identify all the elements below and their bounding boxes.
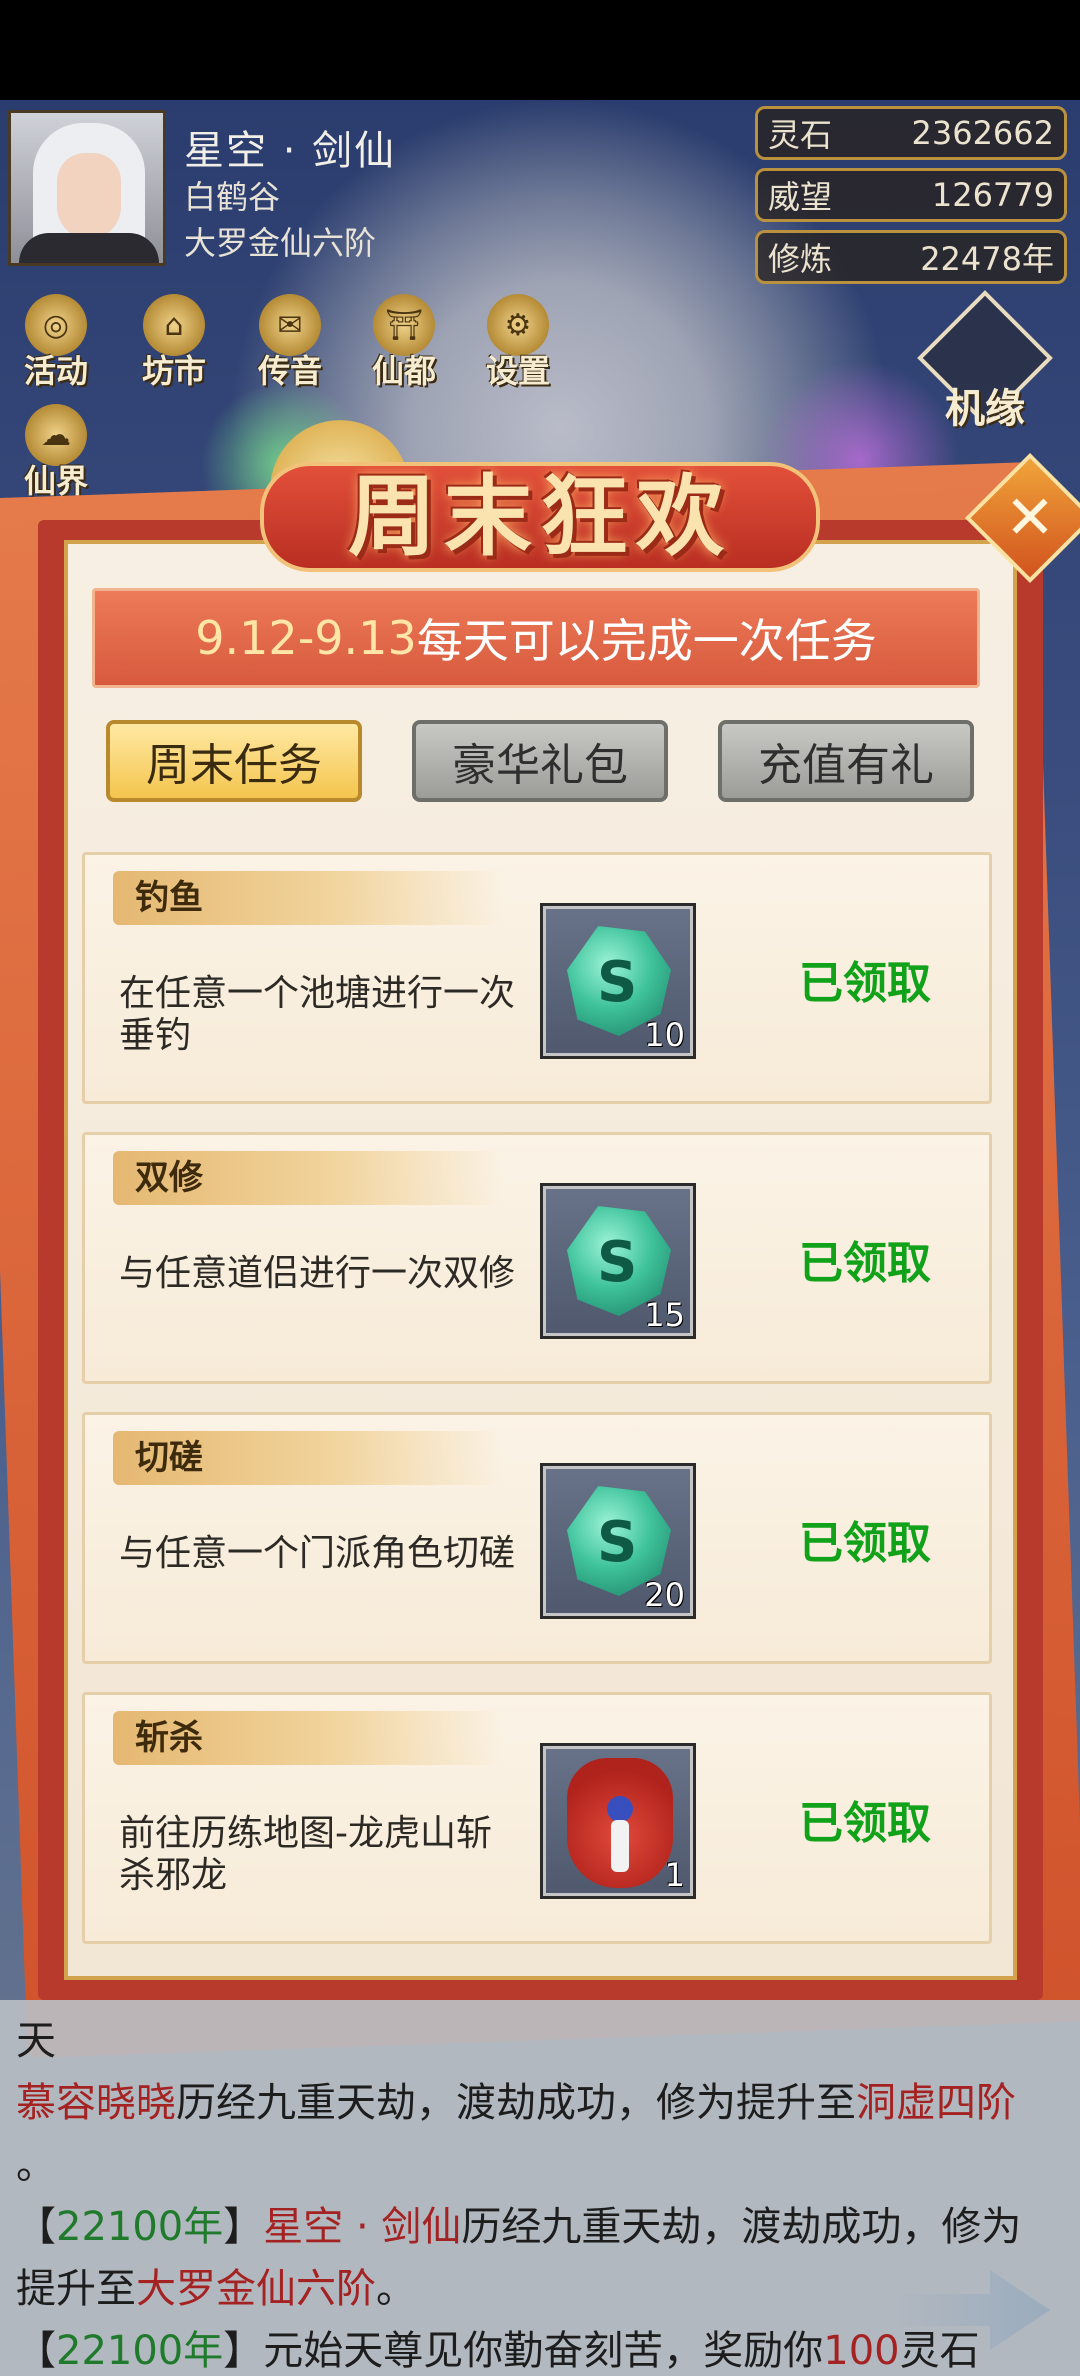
modal-title: 周末狂欢: [347, 464, 732, 568]
log-text: 元始天尊见你勤奋刻苦，奖励你: [263, 2328, 824, 2374]
tab-recharge-gift[interactable]: 充值有礼: [718, 720, 974, 802]
task-tag: 斩杀: [113, 1711, 503, 1765]
reward-count: 20: [644, 1576, 685, 1614]
stat-spirit-stones: 灵石 2362662: [755, 106, 1067, 160]
log-text: 提升至: [16, 2266, 136, 2312]
nav-message[interactable]: ✉ 传音: [240, 294, 340, 392]
log-year: 22100年: [56, 2328, 224, 2374]
nav-immortal-realm[interactable]: ☁ 仙界: [6, 404, 106, 502]
nav-market[interactable]: ⌂ 坊市: [124, 294, 224, 392]
tab-weekend-tasks[interactable]: 周末任务: [106, 720, 362, 802]
lucky-bag-icon: [567, 1758, 673, 1888]
nav-label: 设置: [485, 352, 550, 390]
stat-label: 灵石: [768, 116, 833, 154]
event-banner: 9.12-9.13 每天可以完成一次任务: [92, 588, 980, 688]
nav-label: 传音: [257, 352, 322, 390]
nav-settings[interactable]: ⚙ 设置: [468, 294, 568, 392]
task-tag: 切磋: [113, 1431, 503, 1485]
log-line: 【22100年】星空 · 剑仙历经九重天劫，渡劫成功，修为: [16, 2196, 1064, 2258]
log-player-name: 星空 · 剑仙: [263, 2204, 462, 2250]
log-text: 。: [376, 2266, 416, 2312]
tab-label: 豪华礼包: [452, 740, 628, 791]
log-text: 灵石: [899, 2328, 980, 2374]
task-card-fishing: 钓鱼 在任意一个池塘进行一次垂钓 S 10 已领取: [82, 852, 992, 1104]
avatar[interactable]: [8, 110, 166, 266]
fortune-button[interactable]: 机缘: [917, 290, 1053, 440]
reward-slot[interactable]: S 20: [540, 1463, 696, 1619]
claimed-status: 已领取: [799, 958, 931, 1009]
task-card-slay: 斩杀 前往历练地图-龙虎山斩杀邪龙 1 已领取: [82, 1692, 992, 1944]
stat-prestige: 威望 126779: [755, 168, 1067, 222]
character-name: 星空 · 剑仙: [184, 128, 397, 174]
tab-label: 周末任务: [146, 740, 322, 791]
character-sect: 白鹤谷: [184, 178, 281, 216]
task-description: 前往历练地图-龙虎山斩杀邪龙: [119, 1813, 492, 1896]
event-banner-text: 每天可以完成一次任务: [416, 614, 877, 668]
task-tag: 钓鱼: [113, 871, 503, 925]
nav-label: 仙都: [371, 352, 436, 390]
log-realm: 大罗金仙六阶: [136, 2266, 376, 2312]
task-description: 与任意一个门派角色切磋: [119, 1533, 516, 1574]
log-realm: 洞虚四阶: [856, 2080, 1016, 2126]
log-partial-line: 天: [16, 2018, 56, 2064]
stat-value: 2362662: [911, 114, 1054, 152]
claimed-status: 已领取: [799, 1798, 931, 1849]
task-card-dual-cultivation: 双修 与任意道侣进行一次双修 S 15 已领取: [82, 1132, 992, 1384]
reward-count: 15: [644, 1296, 685, 1334]
log-line: 慕容晓晓历经九重天劫，渡劫成功，修为提升至洞虚四阶: [16, 2072, 1064, 2134]
tab-deluxe-pack[interactable]: 豪华礼包: [412, 720, 668, 802]
log-player-name: 慕容晓晓: [16, 2080, 176, 2126]
reward-count: 1: [664, 1856, 685, 1894]
task-card-spar: 切磋 与任意一个门派角色切磋 S 20 已领取: [82, 1412, 992, 1664]
stat-label: 威望: [768, 178, 833, 216]
close-icon: ✕: [1004, 483, 1056, 553]
stat-label: 修炼: [768, 240, 833, 278]
stat-value: 22478年: [920, 240, 1054, 278]
log-bracket: 【: [16, 2204, 56, 2250]
event-date: 9.12-9.13: [195, 611, 417, 665]
log-year: 22100年: [56, 2204, 224, 2250]
stat-value: 126779: [931, 176, 1054, 214]
task-tag: 双修: [113, 1151, 503, 1205]
reward-slot[interactable]: S 15: [540, 1183, 696, 1339]
reward-count: 10: [644, 1016, 685, 1054]
log-amount: 100: [823, 2328, 900, 2374]
claimed-status: 已领取: [799, 1238, 931, 1289]
nav-label: 坊市: [141, 352, 206, 390]
task-description: 与任意道侣进行一次双修: [119, 1253, 516, 1294]
claimed-status: 已领取: [799, 1518, 931, 1569]
log-bracket: 【: [16, 2328, 56, 2374]
reward-slot[interactable]: S 10: [540, 903, 696, 1059]
log-line-end: 。: [16, 2142, 56, 2188]
tab-label: 充值有礼: [758, 740, 934, 791]
nav-activity[interactable]: ◎ 活动: [6, 294, 106, 392]
character-rank: 大罗金仙六阶: [184, 224, 377, 262]
stat-cultivation: 修炼 22478年: [755, 230, 1067, 284]
nav-label: 活动: [23, 352, 88, 390]
log-line: 【22100年】元始天尊见你勤奋刻苦，奖励你100灵石: [16, 2320, 1064, 2376]
nav-capital[interactable]: ⛩ 仙都: [354, 294, 454, 392]
task-description: 在任意一个池塘进行一次垂钓: [119, 973, 516, 1056]
log-bracket: 】: [223, 2204, 264, 2250]
log-bracket: 】: [223, 2328, 264, 2374]
log-text: 历经九重天劫，渡劫成功，修为提升至: [176, 2080, 856, 2126]
reward-slot[interactable]: 1: [540, 1743, 696, 1899]
log-text: 历经九重天劫，渡劫成功，修为: [461, 2204, 1022, 2250]
fortune-label: 机缘: [945, 385, 1025, 432]
